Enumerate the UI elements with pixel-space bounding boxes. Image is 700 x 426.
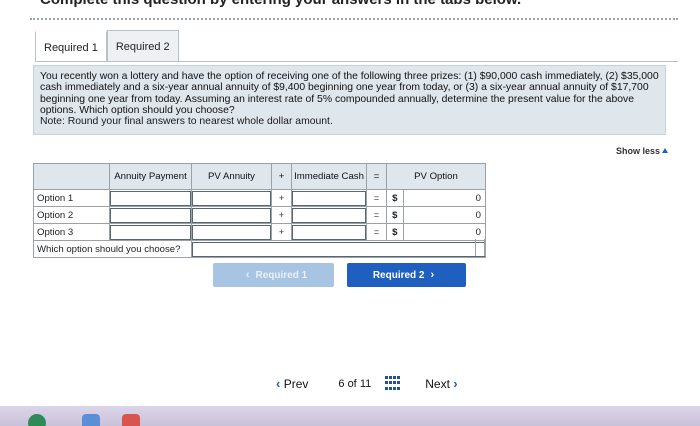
tab-bar: Required 1 Required 2 <box>35 30 179 62</box>
row-label: Option 3 <box>33 223 110 241</box>
equals-sign: = <box>366 206 387 224</box>
question-note: Note: Round your final answers to neares… <box>40 116 333 128</box>
tab-required-1[interactable]: Required 1 <box>35 30 107 62</box>
table-row: Option 3 + = $ 0 <box>33 223 487 241</box>
header-annuity-payment: Annuity Payment <box>109 163 192 190</box>
instructions-header: Complete this question by entering your … <box>0 0 700 9</box>
chevron-right-icon: › <box>430 269 435 281</box>
plus-sign: + <box>271 189 292 207</box>
chevron-left-icon: ‹ <box>276 376 281 391</box>
show-less-link[interactable]: Show less <box>616 146 668 156</box>
immediate-cash-input[interactable] <box>291 189 367 207</box>
tab-required-2[interactable]: Required 2 <box>106 30 179 62</box>
pv-option-value: 0 <box>402 206 487 224</box>
pv-annuity-input[interactable] <box>191 189 272 207</box>
annuity-payment-input[interactable] <box>109 206 192 224</box>
annuity-payment-input[interactable] <box>109 189 192 207</box>
option-choice-input[interactable] <box>191 240 486 258</box>
pv-option-value: 0 <box>402 223 487 241</box>
table-stub <box>475 239 485 256</box>
pv-annuity-input[interactable] <box>191 223 272 241</box>
app-icon[interactable] <box>82 414 100 426</box>
of-label: of <box>347 377 357 390</box>
dotted-divider <box>30 18 678 20</box>
immediate-cash-input[interactable] <box>291 206 367 224</box>
answer-table: Annuity Payment PV Annuity + Immediate C… <box>33 163 487 258</box>
next-question-button[interactable]: Next › <box>425 376 457 391</box>
table-row: Option 2 + = $ 0 <box>33 206 487 224</box>
total-pages: 11 <box>359 377 372 390</box>
tab-required-2-label: Required 2 <box>115 40 170 53</box>
annuity-payment-input[interactable] <box>109 223 192 241</box>
dollar-sign: $ <box>386 223 404 241</box>
tab-divider <box>35 61 678 62</box>
equals-sign: = <box>366 189 387 207</box>
table-row: Option 1 + = $ 0 <box>33 189 487 207</box>
chevron-left-icon: ‹ <box>245 269 250 281</box>
equals-sign: = <box>366 223 387 241</box>
required-2-button[interactable]: Required 2 › <box>347 263 466 287</box>
plus-sign: + <box>271 206 292 224</box>
caret-up-icon <box>662 148 668 153</box>
pv-option-value: 0 <box>402 189 487 207</box>
header-equals: = <box>366 163 387 190</box>
dollar-sign: $ <box>386 189 404 207</box>
immediate-cash-input[interactable] <box>291 223 367 241</box>
prev-label: Prev <box>283 376 309 391</box>
required-1-button-label: Required 1 <box>255 269 308 281</box>
question-panel: You recently won a lottery and have the … <box>33 65 666 135</box>
prev-question-button[interactable]: ‹ Prev <box>276 376 308 391</box>
instructions-text: Complete this question by entering your … <box>40 0 521 8</box>
chevron-right-icon: › <box>453 376 458 391</box>
header-pv-option: PV Option <box>386 163 486 190</box>
header-blank <box>33 163 110 190</box>
choice-row: Which option should you choose? <box>33 240 486 258</box>
current-page: 6 <box>338 377 345 390</box>
tab-required-1-label: Required 1 <box>44 41 98 54</box>
dock <box>0 406 700 426</box>
row-label: Option 1 <box>33 189 110 207</box>
header-plus: + <box>271 163 292 190</box>
plus-sign: + <box>271 223 292 241</box>
page-indicator: 6 of 11 <box>338 378 371 390</box>
grid-icon[interactable] <box>385 376 401 391</box>
header-immediate-cash: Immediate Cash <box>291 163 367 190</box>
pv-annuity-input[interactable] <box>191 206 272 224</box>
question-text: You recently won a lottery and have the … <box>40 71 659 116</box>
show-less-label: Show less <box>615 146 660 156</box>
app-icon[interactable] <box>122 414 140 426</box>
app-icon[interactable] <box>28 414 46 426</box>
choice-label: Which option should you choose? <box>33 240 192 258</box>
required-2-button-label: Required 2 <box>372 269 425 281</box>
dollar-sign: $ <box>386 206 404 224</box>
question-pager: ‹ Prev 6 of 11 Next › <box>276 376 458 391</box>
header-pv-annuity: PV Annuity <box>191 163 272 190</box>
next-label: Next <box>425 376 450 391</box>
required-1-button[interactable]: ‹ Required 1 <box>213 263 334 287</box>
row-label: Option 2 <box>33 206 110 224</box>
